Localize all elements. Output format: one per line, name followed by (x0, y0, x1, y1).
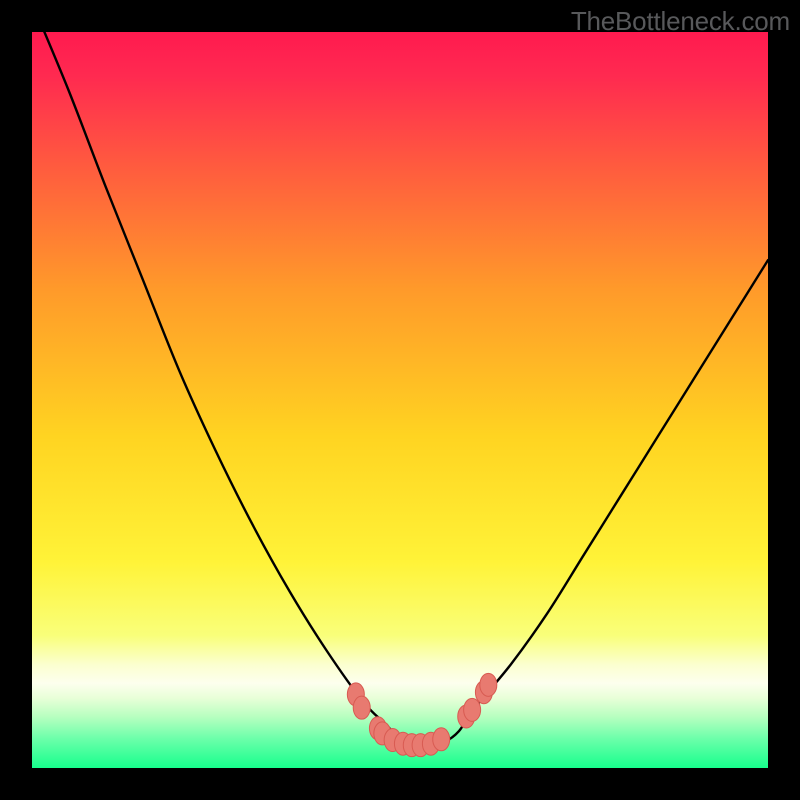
curve-marker (433, 728, 450, 751)
curve-marker (480, 673, 497, 696)
gradient-background (32, 32, 768, 768)
plot-svg (32, 32, 768, 768)
chart-frame: TheBottleneck.com (0, 0, 800, 800)
plot-area (32, 32, 768, 768)
curve-marker (464, 698, 481, 721)
curve-marker (353, 696, 370, 719)
